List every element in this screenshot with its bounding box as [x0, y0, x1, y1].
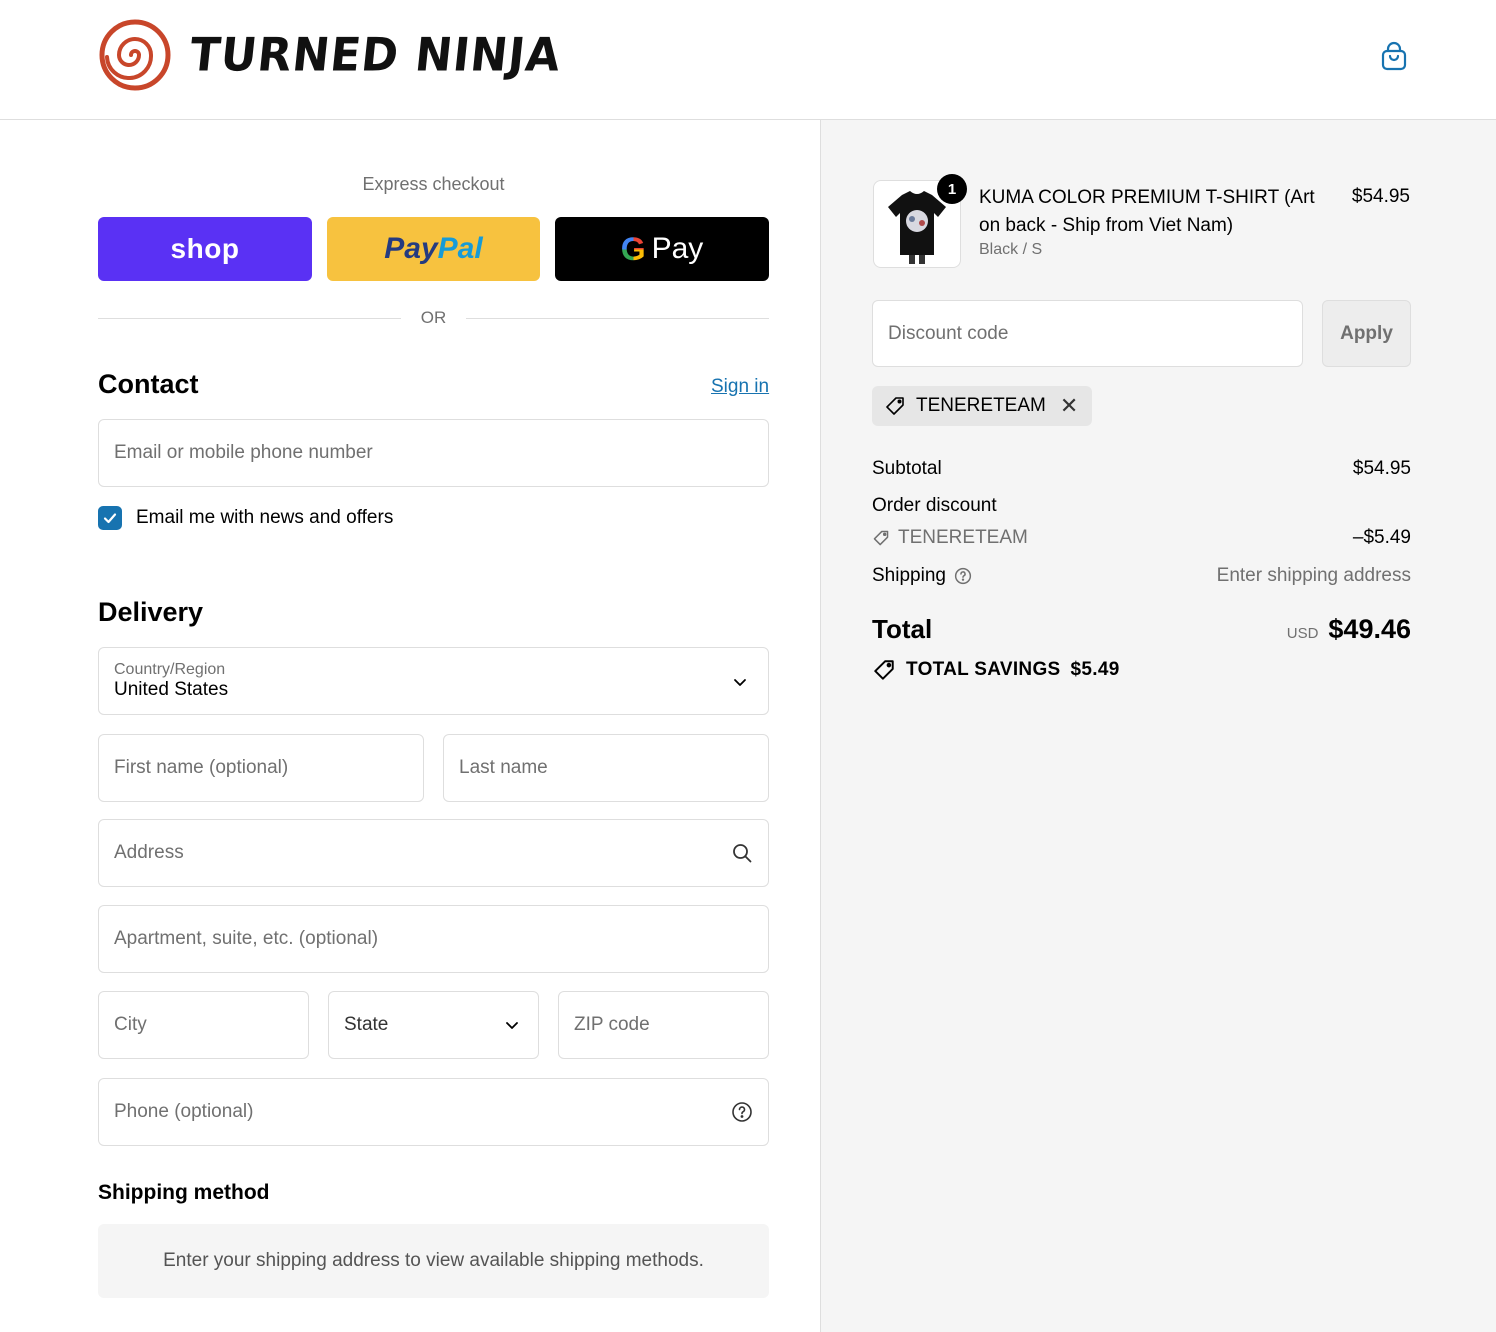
help-circle-icon[interactable]: [731, 1101, 753, 1123]
newsletter-label: Email me with news and offers: [136, 507, 394, 528]
express-checkout-title: Express checkout: [362, 174, 505, 194]
apply-button[interactable]: Apply: [1322, 300, 1411, 367]
total-label: Total: [872, 614, 933, 644]
checkmark-icon: [103, 513, 117, 524]
country-select[interactable]: Country/Region United States: [98, 647, 769, 715]
country-label: Country/Region: [114, 661, 226, 678]
or-divider: OR: [98, 306, 769, 330]
subtotal-value: $54.95: [1352, 458, 1411, 479]
total-savings: TOTAL SAVINGS $5.49: [872, 658, 1120, 682]
shipping-label-wrap: Shipping: [872, 565, 972, 587]
chevron-down-icon: [506, 1022, 518, 1029]
order-summary: 1 KUMA COLOR PREMIUM T-SHIRT (Art on bac…: [820, 120, 1496, 1332]
state-placeholder: State: [344, 1014, 389, 1035]
help-circle-icon[interactable]: [954, 567, 972, 585]
shop-pay-label: shop: [170, 233, 240, 264]
tag-icon: [874, 660, 894, 680]
zip-field[interactable]: ZIP code: [558, 991, 769, 1059]
header: TURNED NINJA: [0, 0, 1496, 120]
apartment-placeholder: Apartment, suite, etc. (optional): [114, 928, 379, 949]
state-select[interactable]: State: [328, 991, 539, 1059]
email-field[interactable]: Email or mobile phone number: [98, 419, 769, 487]
search-icon[interactable]: [731, 842, 753, 864]
logo-swirl-icon[interactable]: [97, 19, 173, 91]
sign-in-link[interactable]: Sign in: [711, 376, 769, 398]
or-label: OR: [420, 308, 447, 327]
newsletter-checkbox[interactable]: [98, 506, 122, 530]
checkout-form: Express checkout shop Pay Pal G Pay OR Co…: [0, 120, 820, 1332]
shipping-label: Shipping: [872, 565, 946, 586]
product-variant: Black / S: [979, 241, 1043, 258]
savings-label: TOTAL SAVINGS: [906, 659, 1061, 680]
google-pay-button[interactable]: G Pay: [555, 217, 769, 281]
shopping-bag-icon[interactable]: [1378, 40, 1410, 72]
last-name-field[interactable]: Last name: [443, 734, 769, 802]
order-discount-code-wrap: TENERETEAM: [872, 527, 1028, 549]
city-field[interactable]: City: [98, 991, 309, 1059]
shipping-method-notice: Enter your shipping address to view avai…: [98, 1224, 769, 1298]
discount-code-placeholder: Discount code: [888, 322, 1009, 344]
subtotal-label: Subtotal: [872, 458, 942, 479]
shipping-value: Enter shipping address: [1216, 565, 1411, 586]
apartment-field[interactable]: Apartment, suite, etc. (optional): [98, 905, 769, 973]
google-pay-label: Pay: [651, 232, 704, 265]
contact-heading: Contact: [98, 369, 199, 399]
last-name-placeholder: Last name: [459, 757, 548, 778]
subtotal-row: Subtotal $54.95: [872, 458, 1411, 480]
order-discount-code: TENERETEAM: [898, 527, 1028, 548]
phone-placeholder: Phone (optional): [114, 1101, 254, 1122]
newsletter-option: Email me with news and offers: [98, 506, 393, 530]
product-title: KUMA COLOR PREMIUM T-SHIRT (Art on back …: [979, 187, 1315, 236]
address-field[interactable]: Address: [98, 819, 769, 887]
first-name-field[interactable]: First name (optional): [98, 734, 424, 802]
paypal-button[interactable]: Pay Pal: [327, 217, 540, 281]
applied-discount-code: TENERETEAM: [916, 395, 1046, 416]
total-value-wrap: USD $49.46: [1287, 614, 1411, 645]
shipping-row: Shipping Enter shipping address: [872, 565, 1411, 587]
shipping-method-heading: Shipping method: [98, 1181, 270, 1204]
google-g-icon: G: [620, 230, 646, 267]
zip-placeholder: ZIP code: [574, 1014, 650, 1035]
total-value: $49.46: [1328, 614, 1411, 644]
city-placeholder: City: [114, 1014, 147, 1035]
phone-field[interactable]: Phone (optional): [98, 1078, 769, 1146]
shipping-method-message: Enter your shipping address to view avai…: [163, 1250, 704, 1271]
total-row: Total USD $49.46: [872, 614, 1411, 645]
email-placeholder: Email or mobile phone number: [114, 442, 373, 463]
order-discount-detail-row: TENERETEAM –$5.49: [872, 527, 1411, 549]
product-price: $54.95: [1351, 186, 1410, 207]
order-discount-value: –$5.49: [1352, 527, 1411, 548]
order-discount-label: Order discount: [872, 495, 997, 516]
delivery-heading: Delivery: [98, 597, 204, 627]
tag-icon: [873, 530, 889, 546]
paypal-label-part1: Pay: [384, 232, 438, 265]
currency-code: USD: [1286, 625, 1319, 642]
paypal-label-part2: Pal: [437, 232, 483, 265]
chevron-down-icon: [734, 679, 746, 686]
country-value: United States: [114, 679, 229, 700]
store-name[interactable]: TURNED NINJA: [187, 29, 563, 83]
first-name-placeholder: First name (optional): [114, 757, 289, 778]
savings-value: $5.49: [1070, 659, 1120, 680]
remove-discount-icon[interactable]: ✕: [1060, 395, 1078, 417]
discount-code-field[interactable]: Discount code: [872, 300, 1303, 367]
applied-discount-chip: TENERETEAM ✕: [872, 386, 1093, 426]
tag-icon: [886, 397, 904, 415]
order-discount-row: Order discount: [872, 495, 1411, 517]
quantity-badge: 1: [937, 174, 967, 204]
shop-pay-button[interactable]: shop: [98, 217, 312, 281]
address-placeholder: Address: [114, 842, 184, 863]
